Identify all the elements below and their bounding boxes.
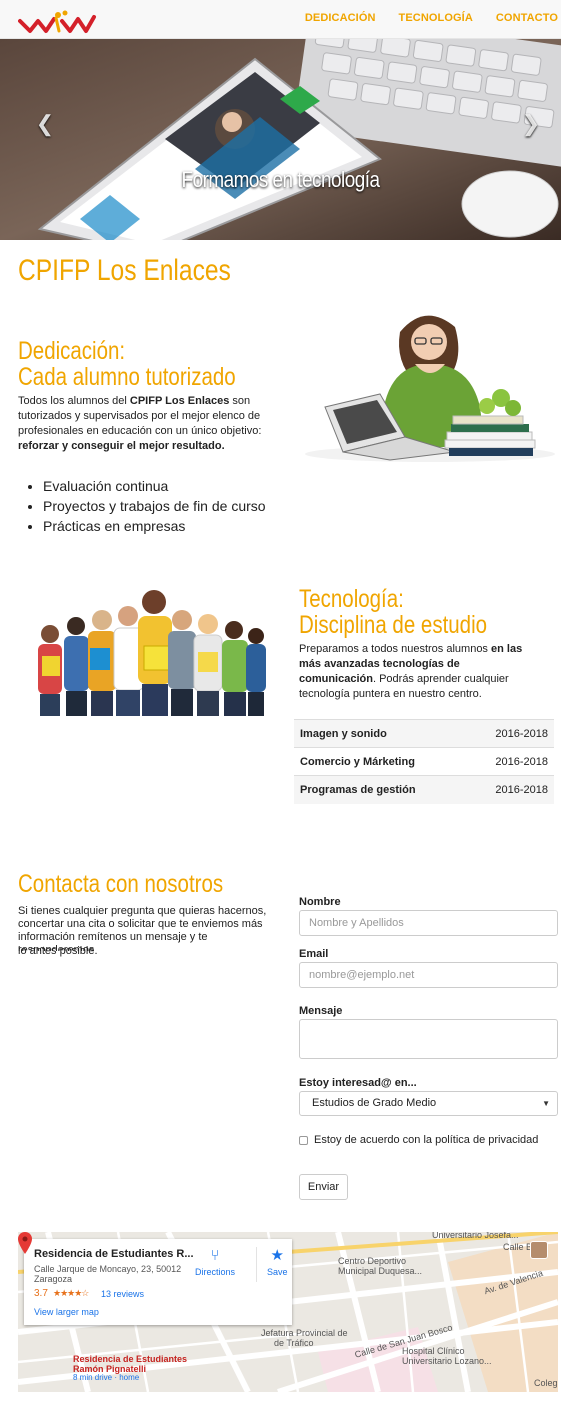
teacher-image [305,315,555,462]
chevron-right-icon: ❯ [521,111,541,136]
star-rating-icon: ★★★★☆ [53,1288,89,1298]
submit-button[interactable]: Enviar [299,1174,348,1200]
map-label: Centro Deportivo [338,1256,407,1266]
tecnologia-text: Preparamos a todos nuestros alumnos en l… [299,643,523,700]
nav-link-dedicacion[interactable]: DEDICACIÓN [305,12,376,24]
caret-down-icon: ▼ [542,1099,550,1108]
nav-link-contacto[interactable]: CONTACTO [496,12,558,24]
list-item: Proyectos y trabajos de fin de curso [43,496,266,516]
logo[interactable] [18,9,98,35]
courses-table: Imagen y sonido 2016-2018 Comercio y Már… [294,719,554,804]
map-label: Universitario Josefa... [432,1232,519,1240]
name-input[interactable]: Nombre y Apellidos [299,910,558,936]
course-years: 2016-2018 [466,775,554,804]
email-label: Email [299,948,329,960]
name-label: Nombre [299,896,341,908]
table-row: Imagen y sonido 2016-2018 [294,719,554,748]
carousel-caption: Formamos en tecnología [181,167,380,192]
interest-select[interactable]: Estudios de Grado Medio ▼ [299,1091,558,1116]
message-textarea[interactable] [299,1019,558,1059]
contacto-heading: Contacta con nosotros [18,870,224,898]
place-name: Residencia de Estudiantes R... [34,1248,194,1260]
hero-carousel: ❮ ❯ Formamos en tecnología [0,39,561,240]
map-label: Universitario Lozano... [402,1356,492,1366]
dedicacion-text: Todos los alumnos del CPIFP Los Enlaces … [18,395,262,452]
reviews-link[interactable]: 13 reviews [101,1289,144,1299]
pin-subtitle: 8 min drive · home [73,1373,140,1382]
directions-button[interactable]: ⑂ Directions [195,1247,235,1277]
save-label: Save [267,1267,288,1277]
pin-title: Residencia de Estudiantes Ramón Pignatel… [73,1354,188,1374]
students-image [38,590,266,716]
map-label: Coleg [534,1378,558,1388]
divider [256,1247,257,1282]
dedicacion-heading-line2: Cada alumno tutorizado [18,363,236,391]
carousel-prev-button[interactable]: ❮ [33,111,57,137]
save-button[interactable]: ★ Save [267,1247,288,1277]
course-name: Programas de gestión [294,775,467,804]
chevron-left-icon: ❮ [35,111,55,136]
list-item: Evaluación continua [43,476,266,496]
place-rating: 3.7 [34,1288,48,1299]
carousel-next-button[interactable]: ❯ [519,111,543,137]
course-years: 2016-2018 [466,719,554,748]
map-pin-icon[interactable] [18,1232,32,1254]
map-embed[interactable]: Universitario Josefa... Centro Deportivo… [18,1232,558,1392]
hero-image [0,39,561,240]
tecnologia-heading-line2: Disciplina de estudio [299,611,488,639]
map-label: de Tráfico [274,1338,314,1348]
larger-map-link[interactable]: View larger map [34,1307,99,1317]
directions-label: Directions [195,1267,236,1277]
directions-icon: ⑂ [210,1247,220,1264]
place-address: Calle Jarque de Moncayo, 23, 50012 Zarag… [34,1264,182,1284]
nav-link-tecnologia[interactable]: TECNOLOGÍA [399,12,473,24]
contacto-text-end: lo antes posible. [18,945,98,957]
table-row: Programas de gestión 2016-2018 [294,775,554,804]
navbar: DEDICACIÓN TECNOLOGÍA CONTACTO [0,0,561,39]
list-item: Prácticas en empresas [43,516,266,536]
course-name: Imagen y sonido [294,719,467,748]
dedicacion-list: Evaluación continua Proyectos y trabajos… [43,476,266,536]
message-label: Mensaje [299,1005,343,1017]
table-row: Comercio y Márketing 2016-2018 [294,747,554,776]
interest-label: Estoy interesad@ en... [299,1077,417,1089]
page-title: CPIFP Los Enlaces [18,254,231,287]
interest-select-value: Estudios de Grado Medio [312,1097,437,1109]
map-label: Jefatura Provincial de [261,1328,348,1338]
email-input[interactable]: nombre@ejemplo.net [299,962,558,988]
star-icon: ★ [270,1247,284,1264]
map-label: Hospital Clínico [402,1346,465,1356]
tecnologia-heading-line1: Tecnología: [299,585,404,613]
privacy-label: Estoy de acuerdo con la política de priv… [314,1134,539,1146]
dedicacion-heading-line1: Dedicación: [18,337,126,365]
tecnologia-heading: Tecnología: Disciplina de estudio [299,586,487,638]
map-label: Municipal Duquesa... [338,1266,423,1276]
dedicacion-heading: Dedicación: Cada alumno tutorizado [18,338,236,390]
place-card: Residencia de Estudiantes R... Calle Jar… [24,1239,292,1325]
avatar[interactable] [530,1241,548,1259]
course-years: 2016-2018 [466,747,554,776]
course-name: Comercio y Márketing [294,747,467,776]
privacy-checkbox[interactable] [299,1136,308,1145]
